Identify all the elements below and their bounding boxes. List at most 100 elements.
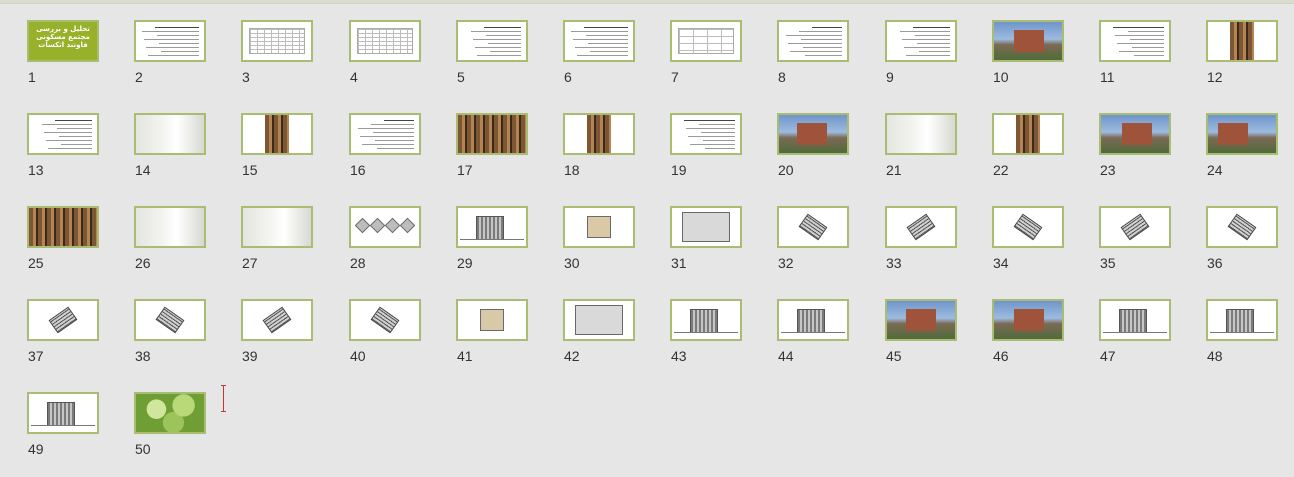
slide-thumbnail[interactable]: 15 — [241, 113, 313, 193]
slide-thumbnail[interactable]: 10 — [992, 20, 1064, 100]
slide-thumbnail[interactable]: 34 — [992, 206, 1064, 286]
slide-thumbnail[interactable]: 33 — [885, 206, 957, 286]
slide-preview[interactable] — [670, 113, 742, 155]
slide-preview[interactable] — [992, 299, 1064, 341]
slide-preview[interactable] — [27, 113, 99, 155]
slide-preview[interactable] — [456, 206, 528, 248]
slide-thumbnail[interactable]: 39 — [241, 299, 313, 379]
slide-thumbnail[interactable]: 48 — [1206, 299, 1278, 379]
slide-thumbnail[interactable]: 28 — [349, 206, 421, 286]
slide-preview[interactable] — [670, 20, 742, 62]
slide-thumbnail[interactable]: 23 — [1099, 113, 1171, 193]
slide-preview[interactable] — [992, 20, 1064, 62]
slide-preview[interactable] — [27, 392, 99, 434]
slide-thumbnail[interactable]: 43 — [670, 299, 742, 379]
slide-preview[interactable] — [134, 392, 206, 434]
slide-preview[interactable] — [563, 113, 635, 155]
slide-thumbnail[interactable]: 26 — [134, 206, 206, 286]
slide-thumbnail[interactable]: 2 — [134, 20, 206, 100]
slide-preview[interactable] — [885, 113, 957, 155]
slide-thumbnail[interactable]: 37 — [27, 299, 99, 379]
slide-thumbnail[interactable]: 27 — [241, 206, 313, 286]
slide-preview[interactable] — [27, 299, 99, 341]
slide-thumbnail[interactable]: 8 — [777, 20, 849, 100]
slide-preview[interactable] — [456, 20, 528, 62]
slide-thumbnail[interactable]: 49 — [27, 392, 99, 472]
slide-preview[interactable] — [670, 299, 742, 341]
slide-preview[interactable] — [1206, 299, 1278, 341]
slide-thumbnail[interactable]: 35 — [1099, 206, 1171, 286]
slide-preview[interactable] — [1206, 113, 1278, 155]
slide-preview[interactable] — [349, 206, 421, 248]
slide-preview[interactable] — [241, 299, 313, 341]
slide-preview[interactable] — [563, 299, 635, 341]
slide-preview[interactable] — [349, 113, 421, 155]
slide-preview[interactable] — [885, 20, 957, 62]
slide-thumbnail[interactable]: 25 — [27, 206, 99, 286]
slide-thumbnail[interactable]: 22 — [992, 113, 1064, 193]
slide-thumbnail[interactable]: 9 — [885, 20, 957, 100]
slide-thumbnail[interactable]: 47 — [1099, 299, 1171, 379]
slide-thumbnail[interactable]: تحلیل و بررسی مجتمع مسکونی فاوتند اتکسات… — [27, 20, 99, 100]
slide-preview[interactable] — [777, 113, 849, 155]
slide-thumbnail[interactable]: 46 — [992, 299, 1064, 379]
slide-thumbnail[interactable]: 5 — [456, 20, 528, 100]
slide-preview[interactable] — [1099, 299, 1171, 341]
slide-preview[interactable] — [1206, 20, 1278, 62]
slide-thumbnail[interactable]: 32 — [777, 206, 849, 286]
slide-thumbnail[interactable]: 31 — [670, 206, 742, 286]
slide-preview[interactable]: تحلیل و بررسی مجتمع مسکونی فاوتند اتکسات — [27, 20, 99, 62]
slide-thumbnail[interactable]: 36 — [1206, 206, 1278, 286]
slide-thumbnail[interactable]: 20 — [777, 113, 849, 193]
slide-preview[interactable] — [134, 113, 206, 155]
slide-preview[interactable] — [134, 20, 206, 62]
slide-preview[interactable] — [134, 206, 206, 248]
slide-preview[interactable] — [777, 299, 849, 341]
slide-thumbnail[interactable]: 16 — [349, 113, 421, 193]
slide-thumbnail[interactable]: 4 — [349, 20, 421, 100]
slide-preview[interactable] — [456, 113, 528, 155]
slide-thumbnail[interactable]: 42 — [563, 299, 635, 379]
slide-preview[interactable] — [563, 20, 635, 62]
slide-preview[interactable] — [1206, 206, 1278, 248]
slide-preview[interactable] — [456, 299, 528, 341]
slide-thumbnail[interactable]: 3 — [241, 20, 313, 100]
slide-thumbnail[interactable]: 6 — [563, 20, 635, 100]
slide-thumbnail[interactable]: 18 — [563, 113, 635, 193]
slide-thumbnail[interactable]: 14 — [134, 113, 206, 193]
slide-preview[interactable] — [563, 206, 635, 248]
slide-thumbnail[interactable]: 7 — [670, 20, 742, 100]
slide-thumbnail[interactable]: 17 — [456, 113, 528, 193]
slide-thumbnail[interactable]: 44 — [777, 299, 849, 379]
slide-preview[interactable] — [27, 206, 99, 248]
slide-preview[interactable] — [349, 299, 421, 341]
slide-thumbnail[interactable]: 45 — [885, 299, 957, 379]
slide-thumbnail[interactable]: 30 — [563, 206, 635, 286]
slide-preview[interactable] — [1099, 206, 1171, 248]
slide-preview[interactable] — [885, 206, 957, 248]
slide-preview[interactable] — [992, 113, 1064, 155]
slide-thumbnail[interactable]: 24 — [1206, 113, 1278, 193]
slide-preview[interactable] — [241, 113, 313, 155]
slide-preview[interactable] — [992, 206, 1064, 248]
slide-thumbnail[interactable]: 21 — [885, 113, 957, 193]
slide-thumbnail[interactable]: 50 — [134, 392, 206, 472]
slide-preview[interactable] — [241, 20, 313, 62]
slide-thumbnail[interactable]: 40 — [349, 299, 421, 379]
slide-thumbnail[interactable]: 41 — [456, 299, 528, 379]
slide-preview[interactable] — [1099, 20, 1171, 62]
slide-thumbnail[interactable]: 12 — [1206, 20, 1278, 100]
slide-thumbnail[interactable]: 38 — [134, 299, 206, 379]
slide-preview[interactable] — [670, 206, 742, 248]
slide-thumbnail[interactable]: 19 — [670, 113, 742, 193]
slide-preview[interactable] — [241, 206, 313, 248]
slide-preview[interactable] — [885, 299, 957, 341]
slide-thumbnail[interactable]: 11 — [1099, 20, 1171, 100]
slide-thumbnail[interactable]: 13 — [27, 113, 99, 193]
slide-preview[interactable] — [1099, 113, 1171, 155]
slide-preview[interactable] — [777, 206, 849, 248]
slide-thumbnail[interactable]: 29 — [456, 206, 528, 286]
slide-preview[interactable] — [777, 20, 849, 62]
slide-preview[interactable] — [349, 20, 421, 62]
slide-preview[interactable] — [134, 299, 206, 341]
